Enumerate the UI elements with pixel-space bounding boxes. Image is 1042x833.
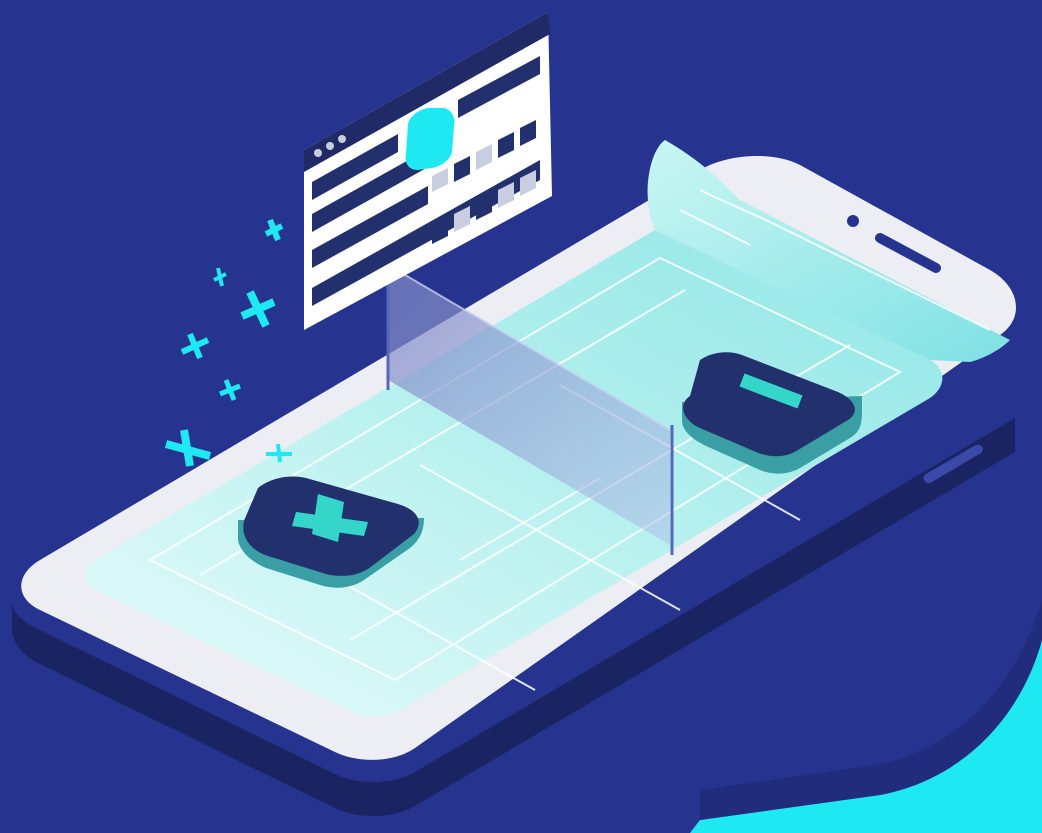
phone-camera	[847, 215, 859, 227]
isometric-phone-illustration	[0, 0, 1042, 833]
